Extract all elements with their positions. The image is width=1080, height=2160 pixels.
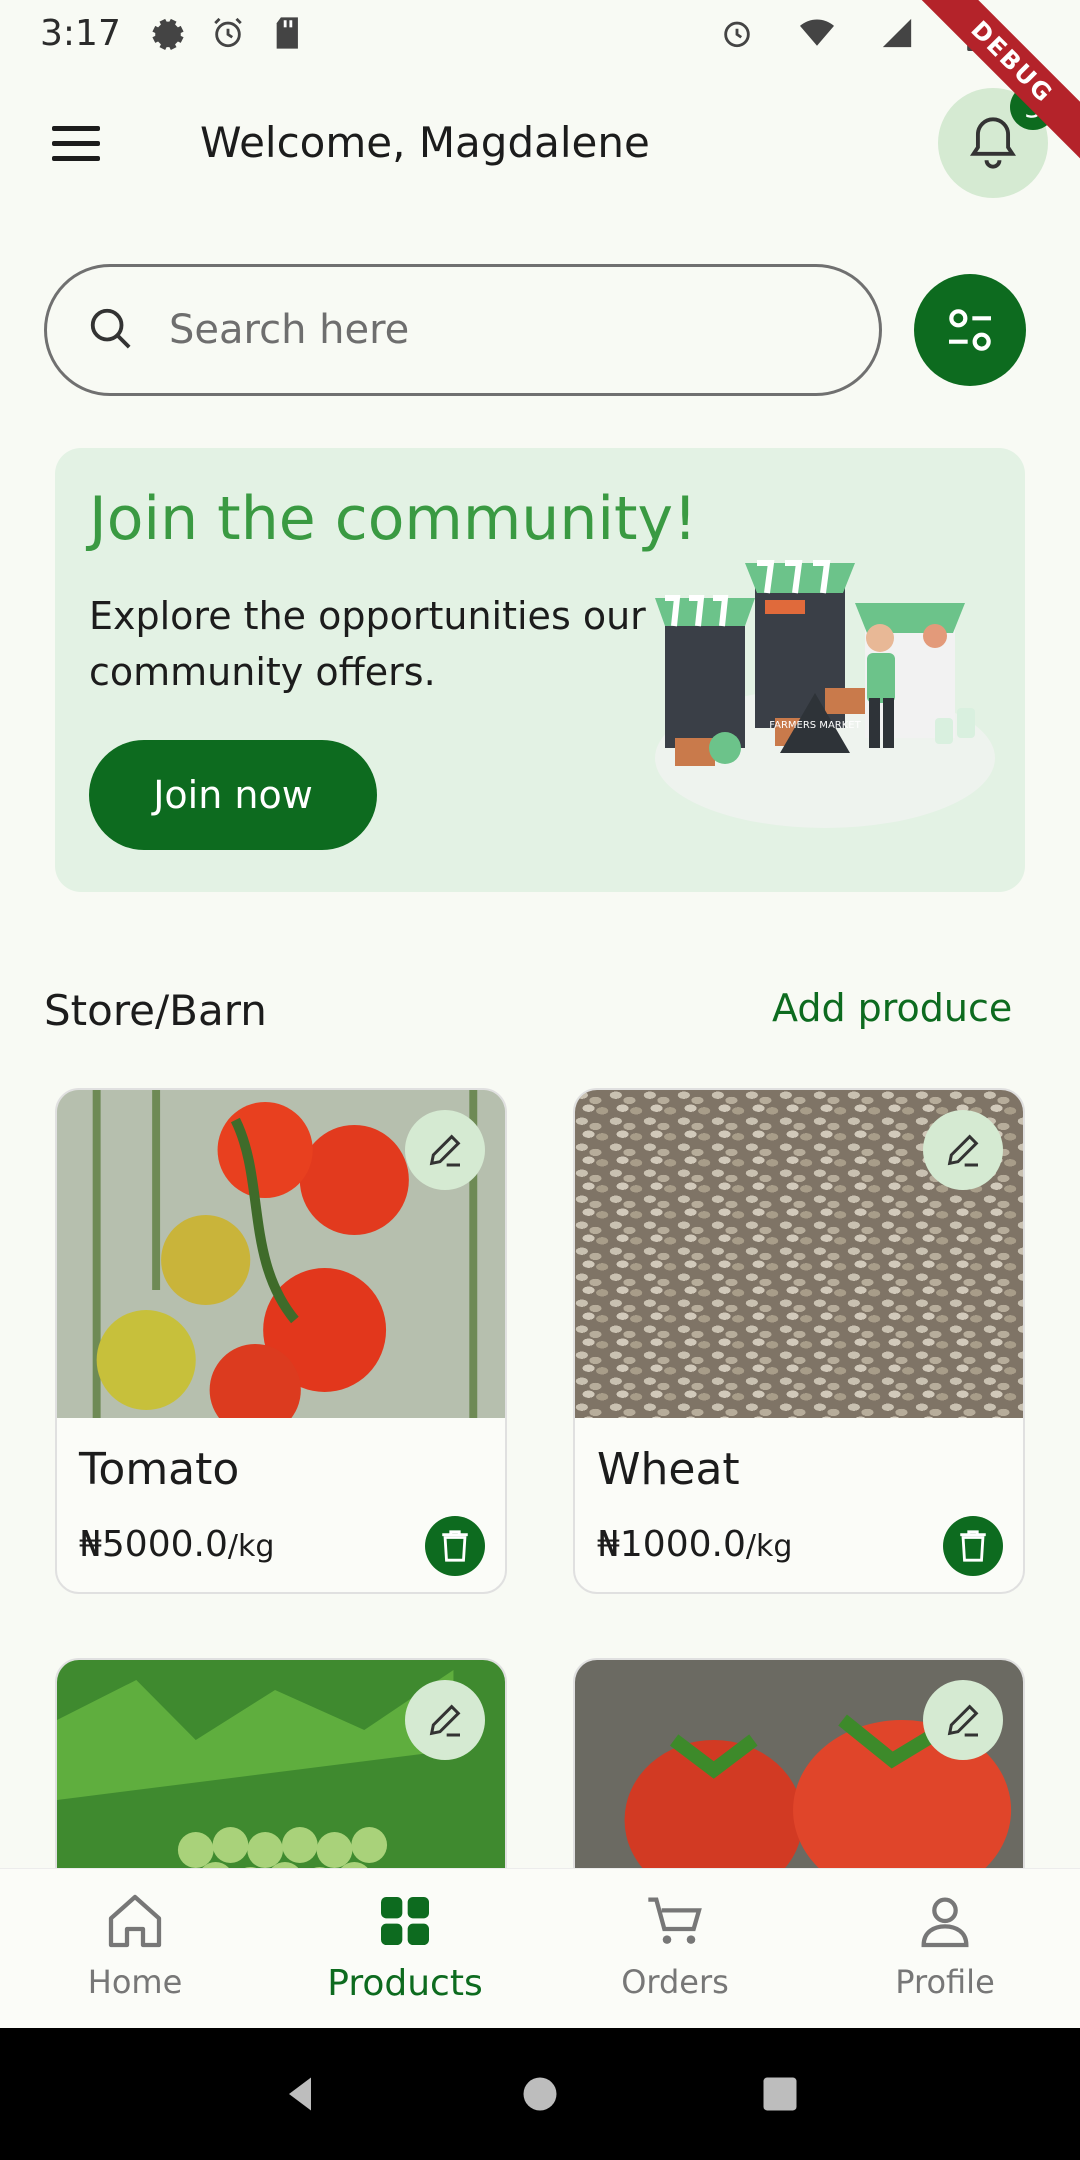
edit-icon [947, 1704, 979, 1737]
nav-item-home[interactable]: Home [0, 1869, 270, 2028]
nav-item-profile[interactable]: Profile [810, 1869, 1080, 2028]
alarm-icon [211, 16, 245, 50]
status-bar: 3:17 [0, 0, 1080, 66]
banner-subtitle: Explore the opportunities our community … [89, 594, 646, 694]
bell-icon [969, 117, 1017, 169]
banner-title: Join the community! [89, 484, 698, 554]
community-banner: Join the community! Explore the opportun… [55, 448, 1025, 892]
welcome-title: Welcome, Magdalene [200, 118, 650, 167]
edit-button[interactable] [923, 1110, 1003, 1190]
delete-button[interactable] [425, 1516, 485, 1576]
search-bar[interactable] [44, 264, 882, 396]
nav-label-profile: Profile [895, 1963, 995, 2001]
nav-item-products[interactable]: Products [270, 1869, 540, 2028]
nav-label-orders: Orders [621, 1963, 729, 2001]
home-icon [108, 1894, 162, 1948]
nav-item-orders[interactable]: Orders [540, 1869, 810, 2028]
edit-button[interactable] [405, 1680, 485, 1760]
filter-button[interactable] [914, 274, 1026, 386]
nav-label-home: Home [87, 1963, 183, 2001]
product-card-wheat[interactable]: Wheat ₦1000.0/kg [573, 1088, 1025, 1594]
store-section-title: Store/Barn [44, 986, 267, 1035]
trash-icon [442, 1530, 468, 1562]
nav-label-products: Products [327, 1963, 483, 2004]
hamburger-icon [52, 126, 100, 161]
add-produce-link[interactable]: Add produce [772, 986, 1012, 1030]
product-name: Tomato [79, 1444, 240, 1495]
product-price: ₦1000.0/kg [597, 1524, 793, 1565]
product-card-tomato[interactable]: Tomato ₦5000.0/kg [55, 1088, 507, 1594]
sd-card-icon [271, 16, 305, 50]
farmers-market-illustration: FARMERS MARKET [655, 560, 995, 828]
search-input[interactable] [169, 307, 789, 353]
app-bar: Welcome, Magdalene 3 [0, 66, 1080, 226]
wifi-icon [800, 16, 834, 50]
market-sign-text: FARMERS MARKET [769, 720, 861, 731]
delete-button[interactable] [943, 1516, 1003, 1576]
gear-icon [151, 16, 185, 50]
grid-icon [381, 1897, 429, 1945]
filter-icon [949, 309, 991, 351]
edit-button[interactable] [923, 1680, 1003, 1760]
home-circle-icon[interactable] [518, 2072, 562, 2116]
search-icon [87, 305, 133, 355]
edit-icon [947, 1134, 979, 1167]
recents-icon[interactable] [758, 2072, 802, 2116]
menu-button[interactable] [46, 122, 106, 166]
product-price: ₦5000.0/kg [79, 1524, 275, 1565]
cart-icon [648, 1897, 702, 1944]
person-icon [921, 1897, 969, 1948]
edit-button[interactable] [405, 1110, 485, 1190]
edit-icon [429, 1134, 461, 1167]
status-time: 3:17 [40, 12, 121, 54]
trash-icon [960, 1530, 986, 1562]
alarm-icon [720, 16, 754, 50]
system-navigation-bar [0, 2028, 1080, 2160]
join-now-button[interactable]: Join now [89, 740, 377, 850]
product-name: Wheat [597, 1444, 740, 1495]
back-icon[interactable] [278, 2072, 322, 2116]
signal-icon [880, 16, 914, 50]
edit-icon [429, 1704, 461, 1737]
bottom-navigation: Home Products Orders Profile [0, 1868, 1080, 2028]
